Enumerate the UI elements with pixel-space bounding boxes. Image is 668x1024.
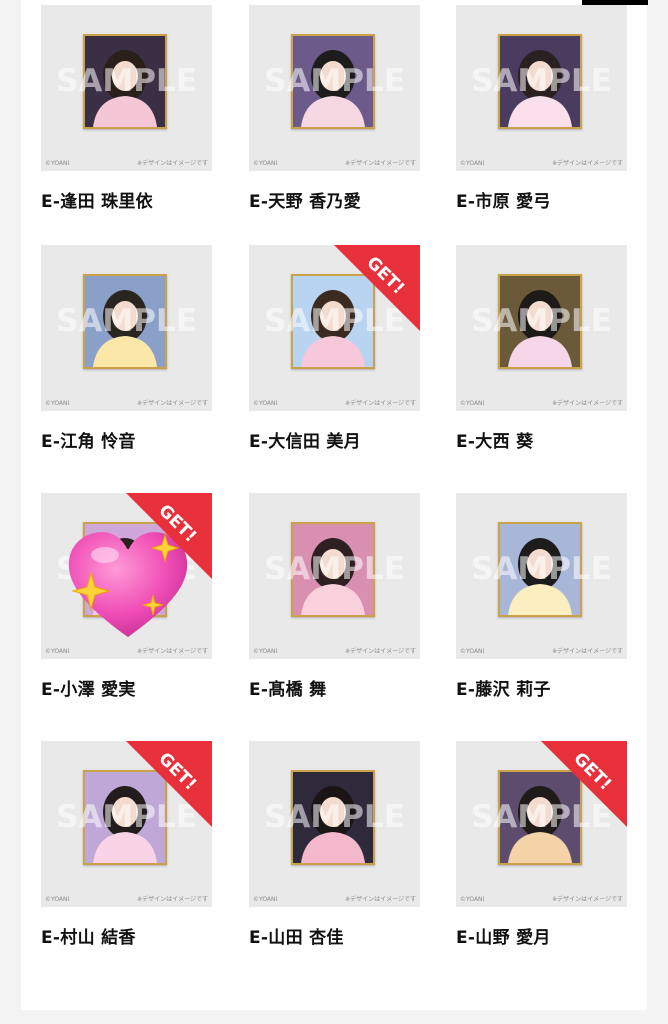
sample-watermark: SAMPLE <box>264 799 405 835</box>
member-name-label: E-山田 杏佳 <box>249 928 344 948</box>
card-thumbnail[interactable]: SAMPLE ©YOANI ※デザインはイメージです GET! <box>41 741 212 907</box>
design-note: ※デザインはイメージです <box>552 896 623 903</box>
copyright-text: ©YOANI <box>45 896 70 903</box>
design-note: ※デザインはイメージです <box>345 400 416 407</box>
design-note: ※デザインはイメージです <box>345 896 416 903</box>
card-thumbnail[interactable]: SAMPLE ©YOANI ※デザインはイメージです GET! <box>249 245 420 411</box>
design-note: ※デザインはイメージです <box>137 160 208 167</box>
member-name-label: E-山野 愛月 <box>456 928 551 948</box>
copyright-text: ©YOANI <box>460 648 485 655</box>
get-badge: GET! <box>334 245 420 331</box>
sample-watermark: SAMPLE <box>264 551 405 587</box>
get-badge: GET! <box>126 741 212 827</box>
photo-card[interactable]: SAMPLE ©YOANI ※デザインはイメージです E-江角 怜音 <box>41 245 212 452</box>
design-note: ※デザインはイメージです <box>345 648 416 655</box>
photo-card[interactable]: SAMPLE ©YOANI ※デザインはイメージです <box>41 493 212 700</box>
card-thumbnail[interactable]: SAMPLE ©YOANI ※デザインはイメージです <box>41 245 212 411</box>
photo-card[interactable]: SAMPLE ©YOANI ※デザインはイメージです E-逢田 珠里依 <box>41 5 212 212</box>
photo-card[interactable]: SAMPLE ©YOANI ※デザインはイメージです E-大西 葵 <box>456 245 627 452</box>
photo-card[interactable]: SAMPLE ©YOANI ※デザインはイメージです E-藤沢 莉子 <box>456 493 627 700</box>
photo-card[interactable]: SAMPLE ©YOANI ※デザインはイメージです GET! E-大信田 美月 <box>249 245 420 452</box>
member-name-label: E-市原 愛弓 <box>456 192 551 212</box>
card-thumbnail[interactable]: SAMPLE ©YOANI ※デザインはイメージです <box>41 5 212 171</box>
sample-watermark: SAMPLE <box>56 303 197 339</box>
member-name-label: E-天野 香乃愛 <box>249 192 361 212</box>
card-thumbnail[interactable]: SAMPLE ©YOANI ※デザインはイメージです <box>456 5 627 171</box>
member-name-label: E-髙橋 舞 <box>249 680 327 700</box>
design-note: ※デザインはイメージです <box>552 648 623 655</box>
photo-card[interactable]: SAMPLE ©YOANI ※デザインはイメージです E-髙橋 舞 <box>249 493 420 700</box>
photo-card[interactable]: SAMPLE ©YOANI ※デザインはイメージです E-市原 愛弓 <box>456 5 627 212</box>
sample-watermark: SAMPLE <box>471 63 612 99</box>
copyright-text: ©YOANI <box>45 400 70 407</box>
sample-watermark: SAMPLE <box>471 551 612 587</box>
member-name-label: E-大信田 美月 <box>249 432 361 452</box>
member-name-label: E-村山 結香 <box>41 928 136 948</box>
copyright-text: ©YOANI <box>253 160 278 167</box>
design-note: ※デザインはイメージです <box>137 648 208 655</box>
card-thumbnail[interactable]: SAMPLE ©YOANI ※デザインはイメージです <box>456 493 627 659</box>
design-note: ※デザインはイメージです <box>345 160 416 167</box>
design-note: ※デザインはイメージです <box>552 160 623 167</box>
card-thumbnail[interactable]: SAMPLE ©YOANI ※デザインはイメージです <box>249 493 420 659</box>
card-thumbnail[interactable]: SAMPLE ©YOANI ※デザインはイメージです <box>456 245 627 411</box>
photo-card[interactable]: SAMPLE ©YOANI ※デザインはイメージです GET! E-山野 愛月 <box>456 741 627 948</box>
photo-card[interactable]: SAMPLE ©YOANI ※デザインはイメージです E-山田 杏佳 <box>249 741 420 948</box>
copyright-text: ©YOANI <box>45 160 70 167</box>
copyright-text: ©YOANI <box>460 160 485 167</box>
design-note: ※デザインはイメージです <box>137 400 208 407</box>
card-thumbnail[interactable]: SAMPLE ©YOANI ※デザインはイメージです <box>41 493 212 659</box>
sample-watermark: SAMPLE <box>264 63 405 99</box>
design-note: ※デザインはイメージです <box>137 896 208 903</box>
copyright-text: ©YOANI <box>460 896 485 903</box>
card-thumbnail[interactable]: SAMPLE ©YOANI ※デザインはイメージです GET! <box>456 741 627 907</box>
get-badge: GET! <box>541 741 627 827</box>
card-thumbnail[interactable]: SAMPLE ©YOANI ※デザインはイメージです <box>249 741 420 907</box>
member-name-label: E-大西 葵 <box>456 432 534 452</box>
photo-card[interactable]: SAMPLE ©YOANI ※デザインはイメージです GET! E-村山 結香 <box>41 741 212 948</box>
copyright-text: ©YOANI <box>45 648 70 655</box>
member-name-label: E-江角 怜音 <box>41 432 136 452</box>
copyright-text: ©YOANI <box>460 400 485 407</box>
photo-card[interactable]: SAMPLE ©YOANI ※デザインはイメージです E-天野 香乃愛 <box>249 5 420 212</box>
card-thumbnail[interactable]: SAMPLE ©YOANI ※デザインはイメージです <box>249 5 420 171</box>
sample-watermark: SAMPLE <box>471 303 612 339</box>
member-name-label: E-藤沢 莉子 <box>456 680 551 700</box>
design-note: ※デザインはイメージです <box>552 400 623 407</box>
copyright-text: ©YOANI <box>253 648 278 655</box>
copyright-text: ©YOANI <box>253 896 278 903</box>
sample-watermark: SAMPLE <box>56 63 197 99</box>
copyright-text: ©YOANI <box>253 400 278 407</box>
member-name-label: E-小澤 愛実 <box>41 680 136 700</box>
get-badge: GET! <box>126 493 212 579</box>
member-name-label: E-逢田 珠里依 <box>41 192 153 212</box>
